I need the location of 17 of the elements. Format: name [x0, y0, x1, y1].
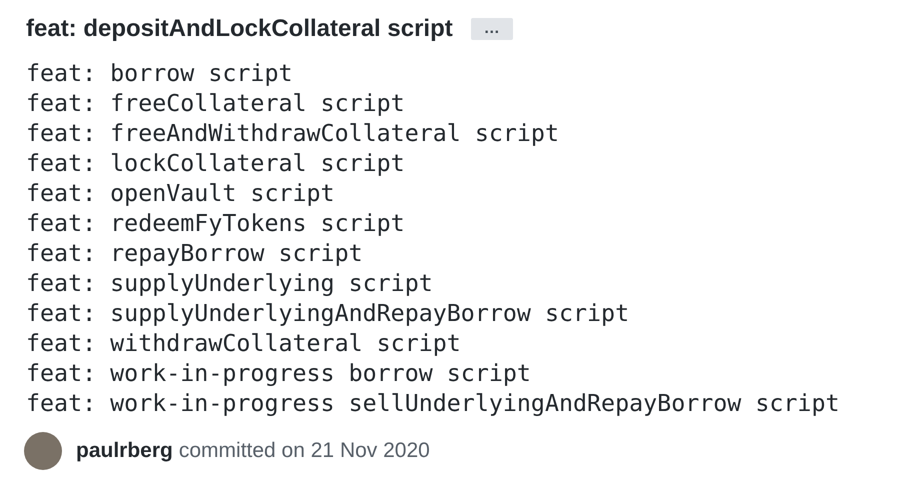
commit-message-line: feat: freeCollateral script	[26, 89, 405, 119]
commit-message-line: feat: work-in-progress borrow script	[26, 359, 531, 389]
commit-message-line: feat: supplyUnderlying script	[26, 269, 433, 299]
commit-message-line: feat: supplyUnderlyingAndRepayBorrow script	[26, 299, 630, 329]
commit-message-line: feat: freeAndWithdrawCollateral script	[26, 119, 559, 149]
commit-message-line: feat: openVault script	[26, 179, 335, 209]
commit-title: feat: depositAndLockCollateral script	[26, 14, 453, 44]
commit-message-line: feat: redeemFyTokens script	[26, 209, 405, 239]
author-link[interactable]: paulrberg	[76, 435, 173, 467]
commit-message-line: feat: work-in-progress sellUnderlyingAndRepayBorrow script	[26, 389, 840, 419]
commit-date: committed on 21 Nov 2020	[178, 438, 430, 464]
commit-message-line: feat: withdrawCollateral script	[26, 329, 461, 359]
commit-message-line: feat: repayBorrow script	[26, 239, 363, 269]
expand-button[interactable]: …	[470, 18, 513, 40]
commit-message-line: feat: lockCollateral script	[26, 149, 405, 179]
avatar[interactable]	[24, 432, 62, 470]
commit-message-line: feat: borrow script	[26, 59, 292, 89]
